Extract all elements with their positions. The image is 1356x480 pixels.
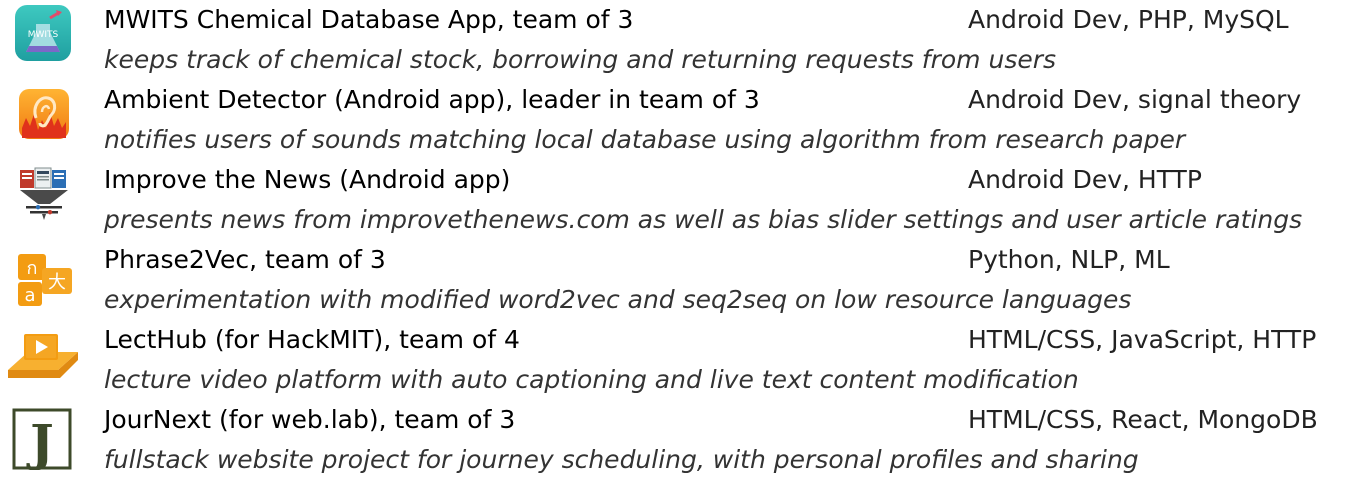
translate-icon: ก 大 a — [16, 248, 76, 308]
mwits-logo-text: MWITS — [28, 30, 59, 40]
project-title: MWITS Chemical Database App, team of 3 — [104, 5, 634, 34]
project-entry-mwits: MWITS MWITS Chemical Database App, team … — [0, 0, 1356, 80]
flask-app-icon: MWITS — [14, 4, 72, 62]
project-entry-lecthub: LectHub (for HackMIT), team of 4 HTML/CS… — [0, 320, 1356, 400]
project-description: notifies users of sounds matching local … — [104, 125, 1186, 154]
project-description: lecture video platform with auto caption… — [104, 365, 1079, 394]
project-title: Improve the News (Android app) — [104, 165, 511, 194]
cjk-glyph: 大 — [48, 272, 66, 293]
journext-j-icon: J — [12, 408, 72, 470]
project-title: Phrase2Vec, team of 3 — [104, 245, 386, 274]
project-skills: Android Dev, PHP, MySQL — [968, 5, 1289, 34]
journext-letter: J — [26, 413, 54, 470]
ear-soundwave-icon — [18, 88, 70, 140]
project-description: fullstack website project for journey sc… — [104, 445, 1139, 474]
project-description: keeps track of chemical stock, borrowing… — [104, 45, 1057, 74]
project-description: experimentation with modified word2vec a… — [104, 285, 1132, 314]
thai-glyph: ก — [27, 258, 38, 279]
project-skills: Python, NLP, ML — [968, 245, 1170, 274]
project-skills: Android Dev, HTTP — [968, 165, 1202, 194]
project-entry-phrase2vec: ก 大 a Phrase2Vec, team of 3 Python, NLP,… — [0, 240, 1356, 320]
project-entry-ambient-detector: Ambient Detector (Android app), leader i… — [0, 80, 1356, 160]
project-skills: HTML/CSS, JavaScript, HTTP — [968, 325, 1317, 354]
project-title: LectHub (for HackMIT), team of 4 — [104, 325, 520, 354]
project-skills: HTML/CSS, React, MongoDB — [968, 405, 1318, 434]
project-entry-improve-the-news: Improve the News (Android app) Android D… — [0, 160, 1356, 240]
project-title: Ambient Detector (Android app), leader i… — [104, 85, 760, 114]
project-description: presents news from improvethenews.com as… — [104, 205, 1303, 234]
news-funnel-icon — [16, 166, 72, 222]
video-play-icon — [6, 330, 80, 386]
latin-glyph: a — [24, 285, 35, 306]
project-title: JourNext (for web.lab), team of 3 — [104, 405, 516, 434]
project-skills: Android Dev, signal theory — [968, 85, 1302, 114]
project-entry-journext: J JourNext (for web.lab), team of 3 HTML… — [0, 400, 1356, 480]
